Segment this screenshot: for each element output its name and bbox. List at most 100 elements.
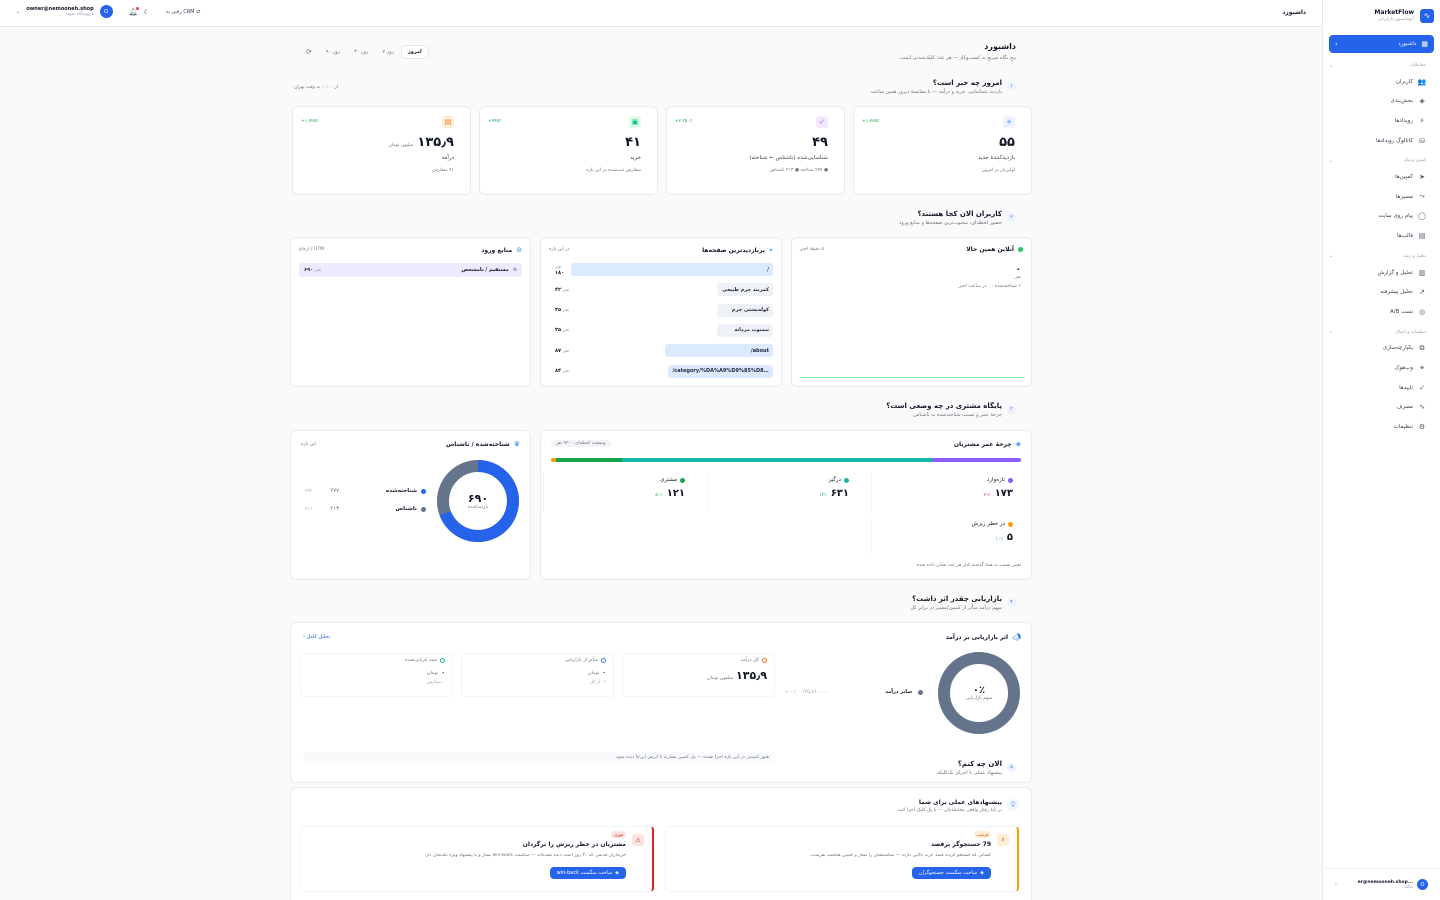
page-bar: کوله‌پشتی چرم: [717, 303, 773, 317]
lifecycle-item[interactable]: درگیر ۶۳۱ ۱۳٪: [707, 473, 857, 511]
tab-today[interactable]: امروز: [401, 46, 428, 58]
suggestion-button[interactable]: ◈ ساخت سگمنت جستجوگران: [911, 867, 991, 879]
chevron-down-icon[interactable]: ⌄: [16, 9, 20, 15]
compass-icon: ⊘: [516, 246, 522, 254]
stat-card[interactable]: ✓ +۲,۳۵۰٪ ۴۹ شناسایی‌شده (ناشناس ← شناخته) ●…: [666, 106, 845, 195]
full-analysis-link[interactable]: تحلیل کامل ›: [303, 634, 330, 640]
dashboard-subtitle: پنج نگاه سریع به کسب‌وکار — هر عدد کلیک‌…: [899, 55, 1016, 61]
sidebar-item-label: یکپارچه‌سازی: [1382, 345, 1413, 352]
identity-row[interactable]: شناخته‌شده ۴۷۷ ۶۹٪: [305, 488, 426, 494]
map-pin-icon: ⌖: [769, 246, 773, 254]
sidebar-item[interactable]: 👥 کاربران: [1323, 72, 1440, 92]
tab-7d[interactable]: ۷ روز: [376, 46, 400, 58]
avatar[interactable]: O: [99, 5, 113, 18]
target-icon: ◎: [1418, 307, 1426, 316]
section-number: ۵: [1007, 763, 1016, 772]
page-row[interactable]: کوله‌پشتی چرم نفر ۳۵: [549, 303, 773, 317]
page-unit: نفر: [562, 347, 570, 354]
sidebar-item[interactable]: ◈ بخش‌بندی: [1323, 92, 1440, 112]
refresh-icon[interactable]: ⟳: [306, 48, 312, 56]
sidebar-item[interactable]: ➤ کمپین‌ها: [1323, 167, 1440, 187]
section-title: امروز چه خبر است؟: [932, 79, 1002, 87]
stat-card[interactable]: + +۱,۷۷۵٪ ۵۵ بازدیدکنندهٔ جدید اولین‌بار در …: [853, 106, 1032, 195]
suggestion-card[interactable]: ⚠ فوری مشتریان در خطر ریزش را برگردان خریدا…: [300, 826, 654, 892]
sidebar-item-label: مسیرها: [1395, 193, 1413, 200]
brand[interactable]: ∿ MarketFlow اتوماسیون بازاریابی: [1323, 0, 1440, 27]
kpi-detail: ۰٪ از کل: [590, 680, 606, 685]
page-row[interactable]: /about نفر ۸۷: [549, 344, 773, 358]
bell-icon[interactable]: 🔔︎: [129, 6, 139, 16]
stat-value-row: ۴۹: [812, 135, 828, 150]
lifecycle-card: ◈ چرخهٔ عمر مشتریان وضعیت لحظه‌ای · ۹۳۰ …: [540, 430, 1032, 580]
suggestion-card[interactable]: ⌕ فرصت 79 جستجوگر پرقصد کسانی که جستجو کردن…: [665, 826, 1019, 892]
sidebar-item[interactable]: ▤ قالب‌ها: [1323, 226, 1440, 246]
legend-dot: [421, 506, 426, 512]
sidebar-item[interactable]: ⚙ تنظیمات: [1323, 417, 1440, 437]
page-path: تیمبوت مردانه: [734, 327, 769, 334]
nav-group-title[interactable]: مخاطبان ⌄: [1323, 59, 1440, 72]
lifecycle-item[interactable]: مشتری ۱۲۱ ۵۰٪: [543, 473, 693, 511]
puzzle-icon: ⧉: [1419, 343, 1425, 352]
nav-group-title[interactable]: تنظیمات و اتصال ⌄: [1323, 326, 1440, 339]
section-title: الان چه کنم؟: [957, 760, 1002, 768]
stat-card[interactable]: ▤ +۱,۲۲۵٪ ۱۳۵٫۹ میلیون تومان درآمد ۴۱ سفارش: [292, 106, 471, 195]
lifecycle-item[interactable]: تازه‌وارد ۱۷۳ ۲۱٪: [871, 473, 1021, 511]
online-card[interactable]: آنلاین همین حالا ۵ دقیقهٔ اخیر ۰ نفر • ش…: [791, 237, 1032, 387]
sidebar-item-label: کاربران: [1395, 78, 1413, 85]
page-title: داشبورد: [1282, 9, 1306, 16]
sidebar-item[interactable]: ↗ تحلیل پیشرفته: [1323, 282, 1440, 302]
tab-30d[interactable]: ۳۰ روز: [348, 46, 374, 58]
impact-kpi[interactable]: کل درآمد ۱۳۵٫۹ میلیون تومان: [622, 653, 775, 697]
account-menu[interactable]: owner@nemooneh.shop فروشگاه نمونه: [26, 6, 93, 17]
online-unit: نفر: [1014, 275, 1021, 280]
sidebar-item[interactable]: ⤳ مسیرها: [1323, 187, 1440, 207]
alert-icon: ⚠: [632, 834, 644, 846]
impact-kpi[interactable]: سبد بازیابی‌شده ۰ تومان ۰ سفارش: [300, 653, 453, 697]
chevron-down-icon: ⌄: [1329, 157, 1334, 164]
status-dot: [1008, 521, 1013, 527]
sidebar-user[interactable]: O ...er@nemooneh.shop مالک ⌄: [1322, 868, 1440, 890]
dashboard-title: داشبورد: [984, 42, 1016, 51]
page-row[interactable]: کمربند چرم طبیعی نفر ۴۲: [549, 283, 773, 297]
crown-icon: ♛: [513, 440, 520, 448]
tab-90d[interactable]: ۹۰ روز: [320, 46, 346, 58]
sidebar: ∿ MarketFlow اتوماسیون بازاریابی ▦ داشبو…: [1322, 0, 1440, 900]
sidebar-item[interactable]: ✓ تاییدها: [1323, 378, 1440, 398]
user-plus-icon: +: [1003, 116, 1015, 128]
page-count-wrap: نفر ۳۵: [549, 307, 569, 313]
moon-icon[interactable]: ☾: [144, 8, 150, 16]
page-bar: /: [570, 263, 773, 276]
nav-group-title[interactable]: تحلیل و رشد ⌄: [1323, 250, 1440, 263]
other-value: ۱۳۵,۸۶۰,۰۰۰: [801, 689, 830, 695]
crm-link[interactable]: رفتن به CRM ⇄: [166, 9, 200, 15]
section-subtitle: حضور لحظه‌ای، محبوب‌ترین صفحه‌ها و منابع…: [899, 220, 1002, 226]
lifecycle-item[interactable]: در خطر ریزش ۵ ۱۰٪: [871, 517, 1021, 555]
identity-row[interactable]: ناشناس ۲۱۳ ۳۱٪: [305, 506, 426, 512]
sidebar-item[interactable]: ⚭ وب‌هوک: [1323, 358, 1440, 378]
kpi-unit: میلیون تومان: [707, 676, 734, 681]
sidebar-item[interactable]: ∿ مصرف: [1323, 397, 1440, 417]
page-count-wrap: نفر ۸۷: [549, 348, 569, 354]
sidebar-item[interactable]: ⚡ رویدادها: [1323, 111, 1440, 131]
sidebar-item[interactable]: ◯ پیام روی سایت: [1323, 207, 1440, 227]
stat-value-row: ۵۵: [999, 135, 1015, 150]
suggestion-button[interactable]: ◈ ساخت سگمنت win-back: [549, 867, 626, 879]
source-row[interactable]: ⊕ مستقیم / نامشخص نفر ۶۹۰: [299, 263, 522, 277]
page-count-wrap: نفر ۸۴: [549, 368, 569, 374]
nav-group-title[interactable]: کمپین و پیام ⌄: [1323, 154, 1440, 167]
sidebar-item-label: تحلیل پیشرفته: [1380, 289, 1413, 296]
sidebar-item[interactable]: ⧉ یکپارچه‌سازی: [1323, 339, 1440, 359]
kpi-title: کل درآمد: [740, 658, 759, 663]
page-row[interactable]: / نفر ۱۸۰: [549, 263, 773, 276]
page-row[interactable]: /category/%DA%A9%D9%85%D8%B1%D8%A8%D9%86…: [549, 364, 773, 378]
impact-kpi[interactable]: متأثر از بازاریابی ۰ تومان ۰٪ از کل: [461, 653, 614, 697]
database-icon: ⛁: [1419, 136, 1425, 145]
sidebar-item[interactable]: ⛁ کاتالوگ رویدادها: [1323, 131, 1440, 151]
stat-card[interactable]: ▣ +۹۴۵٪ ۴۱ خرید سفارش ثبت‌شده در این بازه: [479, 106, 658, 195]
sidebar-item[interactable]: ▥ تحلیل و گزارش: [1323, 263, 1440, 283]
users-icon: 👥: [1417, 77, 1427, 86]
change-badge: +۲,۳۵۰٪: [675, 119, 693, 124]
page-row[interactable]: تیمبوت مردانه نفر ۳۵: [549, 323, 773, 337]
sidebar-item[interactable]: ◎ تست A/B: [1323, 302, 1440, 322]
sidebar-item-dashboard[interactable]: ▦ داشبورد ‹: [1329, 35, 1434, 53]
